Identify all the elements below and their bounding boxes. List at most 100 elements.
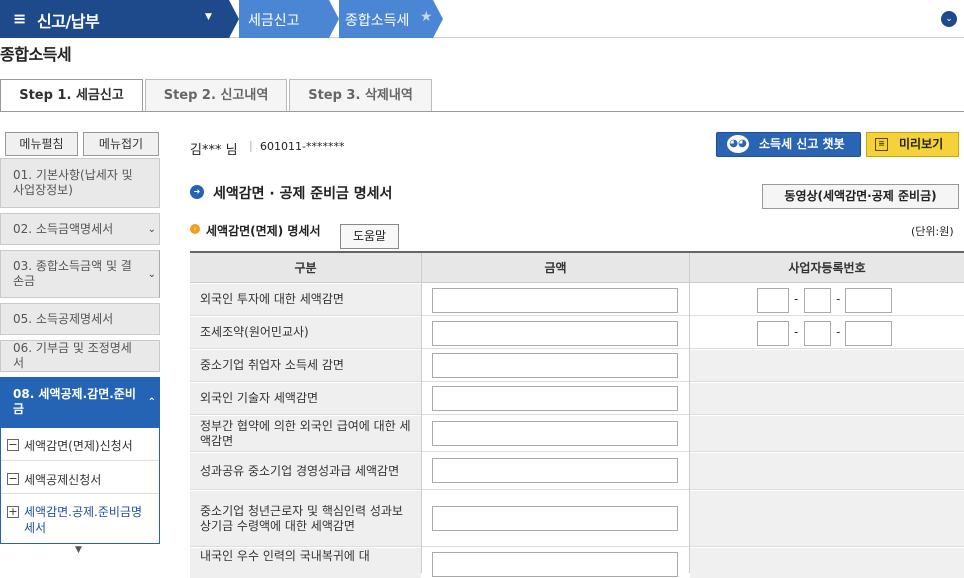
- divider: |: [249, 139, 253, 152]
- user-id: 601011-*******: [260, 140, 345, 153]
- row-label: 외국인 투자에 대한 세액감면: [190, 284, 421, 315]
- video-button[interactable]: 동영상(세액감면·공제 준비금): [762, 184, 959, 209]
- biz-number-part3-input[interactable]: [845, 288, 892, 313]
- row-label: 중소기업 취업자 소득세 감면: [190, 350, 421, 381]
- row-label: 내국인 우수 인력의 국내복귀에 대: [190, 548, 421, 578]
- row-label: 조세조약(원어민교사): [190, 317, 421, 348]
- sidebar-item-tax-credit[interactable]: 08. 세액공제.감면.준비금 ⌃: [0, 377, 160, 427]
- tab-step2[interactable]: Step 2. 신고내역: [145, 79, 287, 111]
- row-label: 정부간 협약에 의한 외국인 급여에 대한 세액감면: [190, 416, 421, 451]
- chatbot-button[interactable]: ◕◕ 소득세 신고 챗봇: [716, 132, 861, 157]
- user-name: 김*** 님: [190, 143, 238, 158]
- biz-number-cell: [690, 491, 964, 546]
- bullet-icon: ›: [190, 224, 200, 234]
- amount-input[interactable]: [432, 321, 678, 346]
- submenu-item-statement[interactable]: + 세액감면.공제.준비금명세서: [7, 504, 149, 536]
- amount-input[interactable]: [432, 421, 678, 446]
- dash: -: [794, 292, 799, 306]
- biz-number-cell: [690, 416, 964, 451]
- biz-number-cell: [690, 350, 964, 381]
- chevron-down-icon[interactable]: ⌄: [148, 222, 156, 237]
- help-button[interactable]: 도움말: [340, 224, 399, 249]
- arrow-circle-icon: ➜: [190, 185, 204, 199]
- biz-number-cell: - -: [690, 284, 964, 315]
- biz-number-part1-input[interactable]: [757, 288, 789, 313]
- minus-box-icon: −: [7, 472, 19, 485]
- unit-label: (단위:원): [911, 225, 954, 238]
- biz-number-cell: - -: [690, 317, 964, 348]
- favorite-star-icon[interactable]: ★: [420, 9, 433, 25]
- top-bar: ≡ 신고/납부 ▼ 세금신고 종합소득세 ★ ⌄: [0, 0, 964, 38]
- sidebar-item-label: 03. 종합소득금액 및 결손금: [13, 259, 132, 288]
- menu-expand-button[interactable]: 메뉴펼침: [5, 132, 78, 156]
- chevron-down-icon[interactable]: ⌄: [148, 267, 156, 282]
- sidebar-item-basic-info[interactable]: 01. 기본사항(납세자 및 사업장정보): [0, 158, 160, 208]
- caret-down-icon: ▼: [205, 12, 212, 22]
- divider: [1, 493, 159, 494]
- plus-box-icon: +: [7, 505, 19, 518]
- breadcrumb-separator: [329, 0, 339, 38]
- amount-input[interactable]: [432, 288, 678, 313]
- table-row: 조세조약(원어민교사) - -: [190, 317, 964, 349]
- amount-input[interactable]: [432, 353, 678, 378]
- sidebar-item-label: 05. 소득공제명세서: [13, 311, 114, 326]
- biz-number-part3-input[interactable]: [845, 321, 892, 346]
- chatbot-icon: ◕◕: [727, 135, 749, 153]
- amount-input[interactable]: [432, 552, 678, 577]
- sidebar-item-donations[interactable]: 06. 기부금 및 조정명세서: [0, 340, 160, 372]
- chevron-down-icon[interactable]: ⌄: [941, 11, 957, 27]
- submenu-item-exemption-application[interactable]: − 세액감면(면제)신청서: [7, 437, 133, 454]
- biz-number-cell: [690, 453, 964, 489]
- table-row: 내국인 우수 인력의 국내복귀에 대: [190, 548, 964, 578]
- row-label: 중소기업 청년근로자 및 핵심인력 성과보상기금 수령액에 대한 세액감면: [190, 491, 421, 546]
- tab-step3[interactable]: Step 3. 삭제내역: [289, 79, 432, 111]
- divider: [1, 460, 159, 461]
- dash: -: [836, 325, 841, 339]
- preview-button[interactable]: ≡ 미리보기: [866, 132, 959, 157]
- biz-number-part2-input[interactable]: [804, 288, 831, 313]
- page-title: 종합소득세: [0, 45, 72, 64]
- submenu-label: 세액감면.공제.준비금명세서: [24, 505, 143, 535]
- sidebar-item-deductions[interactable]: 05. 소득공제명세서: [0, 303, 160, 335]
- menu-collapse-button[interactable]: 메뉴접기: [83, 132, 159, 156]
- amount-input[interactable]: [432, 386, 678, 411]
- subsection-title: 세액감면(면제) 명세서: [206, 224, 321, 238]
- table-row: 정부간 협약에 의한 외국인 급여에 대한 세액감면: [190, 416, 964, 452]
- sidebar-item-income-statement[interactable]: 02. 소득금액명세서 ⌄: [0, 213, 160, 245]
- breadcrumb-label: 종합소득세: [345, 13, 410, 29]
- biz-number-cell: [690, 548, 964, 578]
- amount-input[interactable]: [432, 506, 678, 531]
- table-row: 성과공유 중소기업 경영성과급 세액감면: [190, 453, 964, 490]
- row-label: 외국인 기술자 세액감면: [190, 383, 421, 414]
- dash: -: [836, 292, 841, 306]
- table-row: 중소기업 청년근로자 및 핵심인력 성과보상기금 수령액에 대한 세액감면: [190, 491, 964, 547]
- sidebar-item-label: 06. 기부금 및 조정명세서: [13, 341, 132, 370]
- document-icon: ≡: [875, 138, 888, 151]
- submenu-label: 세액감면(면제)신청서: [24, 439, 133, 453]
- sidebar-item-label: 01. 기본사항(납세자 및 사업장정보): [13, 168, 133, 197]
- minus-box-icon: −: [7, 438, 19, 451]
- hamburger-icon: ≡: [13, 9, 27, 28]
- biz-number-cell: [690, 383, 964, 414]
- amount-input[interactable]: [432, 458, 678, 483]
- sidebar-item-total-income[interactable]: 03. 종합소득금액 및 결손금 ⌄: [0, 250, 160, 298]
- row-label: 성과공유 중소기업 경영성과급 세액감면: [190, 453, 421, 489]
- column-header: 구분: [190, 253, 421, 283]
- menu-title: 신고/납부: [37, 12, 100, 31]
- breadcrumb-label: 세금신고: [248, 13, 300, 29]
- breadcrumb-separator: [229, 0, 239, 38]
- preview-label: 미리보기: [899, 137, 944, 151]
- main-menu-button[interactable]: ≡ 신고/납부 ▼: [0, 0, 229, 38]
- tab-step1[interactable]: Step 1. 세금신고: [0, 79, 143, 112]
- scroll-down-icon[interactable]: ▼: [75, 545, 82, 555]
- biz-number-part1-input[interactable]: [757, 321, 789, 346]
- column-header: 사업자등록번호: [690, 253, 964, 283]
- chevron-up-icon[interactable]: ⌃: [148, 395, 156, 410]
- tab-divider: [0, 111, 964, 112]
- submenu-item-credit-application[interactable]: − 세액공제신청서: [7, 471, 101, 488]
- table-row: 외국인 기술자 세액감면: [190, 383, 964, 415]
- chatbot-label: 소득세 신고 챗봇: [759, 137, 845, 151]
- column-divider: [689, 253, 690, 573]
- biz-number-part2-input[interactable]: [804, 321, 831, 346]
- breadcrumb-separator: [433, 0, 443, 38]
